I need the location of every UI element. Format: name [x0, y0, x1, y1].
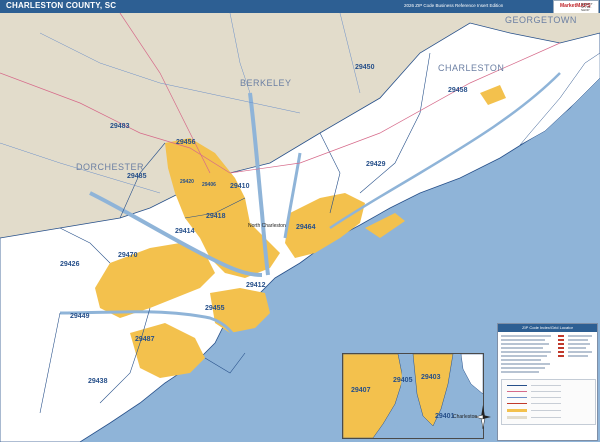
zip-label-29414: 29414 — [175, 228, 195, 235]
place-label-georgetown: GEORGETOWN — [505, 15, 577, 25]
zip-label-29455: 29455 — [205, 305, 225, 312]
place-label-berkeley: BERKELEY — [240, 78, 292, 88]
zip-label-29483: 29483 — [110, 123, 130, 130]
zip-label-29449: 29449 — [70, 313, 90, 320]
inset-canvas: 29407 29405 29403 29401 Charleston — [343, 354, 483, 438]
zip-label-29412: 29412 — [246, 282, 266, 289]
title-bar: CHARLESTON COUNTY, SC 2026 ZIP Code Busi… — [0, 0, 600, 14]
zip-label-29456: 29456 — [176, 139, 196, 146]
zip-label-29420: 29420 — [180, 179, 194, 185]
map-sheet: CHARLESTON COUNTY, SC 2026 ZIP Code Busi… — [0, 0, 600, 442]
zip-label-29458: 29458 — [448, 87, 468, 94]
zip-label-29410: 29410 — [230, 183, 250, 190]
edition-label: 2026 ZIP Code Business Reference Insert … — [404, 3, 504, 8]
zip-label-29406: 29406 — [202, 182, 216, 188]
inset-place-charleston: Charleston — [453, 414, 477, 420]
zip-label-29485: 29485 — [127, 173, 147, 180]
zip-label-29464: 29464 — [296, 224, 316, 231]
zip-label-29487: 29487 — [135, 336, 155, 343]
map-title: CHARLESTON COUNTY, SC — [6, 1, 117, 10]
zip-label-29429: 29429 — [366, 161, 386, 168]
inset-zip-29403: 29403 — [421, 374, 441, 381]
place-label-charleston: CHARLESTON — [438, 63, 504, 73]
legend-symbols — [501, 379, 596, 425]
zip-label-29426: 29426 — [60, 261, 80, 268]
zip-label-29418: 29418 — [206, 213, 226, 220]
map-legend[interactable]: ZIP Code Index/Grid Locator — [497, 323, 598, 441]
zip-label-29450: 29450 — [355, 64, 375, 71]
inset-zip-29405: 29405 — [393, 377, 413, 384]
place-label-dorchester: DORCHESTER — [76, 162, 144, 172]
inset-zip-29407: 29407 — [351, 387, 371, 394]
charleston-inset-map[interactable]: 29407 29405 29403 29401 Charleston — [342, 353, 484, 439]
zip-label-29438: 29438 — [88, 378, 108, 385]
place-label-north-charleston: North Charleston — [248, 223, 286, 229]
inset-zip-29401: 29401 — [435, 413, 455, 420]
zip-label-29470: 29470 — [118, 252, 138, 259]
logo-subtext: SELECT · STYLE · SHOP — [581, 2, 595, 12]
compass-rose-icon — [475, 405, 491, 429]
legend-title: ZIP Code Index/Grid Locator — [498, 324, 597, 332]
publisher-logo[interactable]: MarketMAPS SELECT · STYLE · SHOP — [553, 0, 599, 14]
